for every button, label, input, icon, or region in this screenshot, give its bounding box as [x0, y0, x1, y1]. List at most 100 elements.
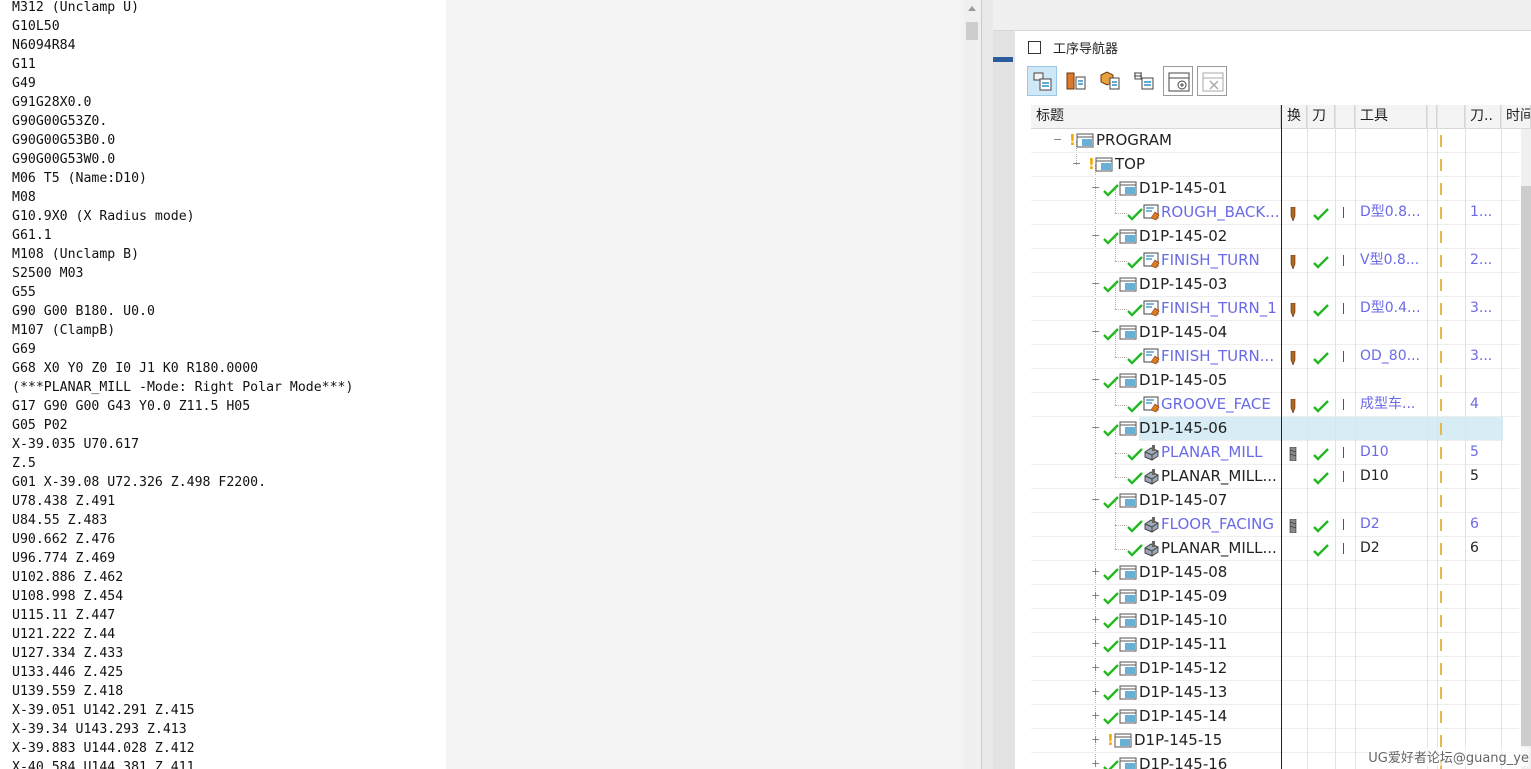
code-line[interactable]: (***PLANAR_MILL -Mode: Right Polar Mode*… — [12, 378, 353, 397]
expand-collapse-icon[interactable]: + — [1091, 686, 1100, 697]
expand-collapse-icon[interactable]: − — [1053, 134, 1062, 145]
editor-vertical-scrollbar[interactable] — [964, 0, 981, 769]
code-line[interactable]: X-39.34 U143.293 Z.413 — [12, 720, 187, 739]
column-header-tool[interactable]: 工具 — [1355, 105, 1427, 128]
code-line[interactable]: G11 — [12, 55, 36, 74]
code-line[interactable]: G68 X0 Y0 Z0 I0 J1 K0 R180.0000 — [12, 359, 258, 378]
expand-collapse-icon[interactable]: + — [1091, 662, 1100, 673]
code-line[interactable]: G01 X-39.08 U72.326 Z.498 F2200. — [12, 473, 266, 492]
column-marker — [1440, 519, 1442, 531]
expand-collapse-icon[interactable]: − — [1091, 422, 1100, 433]
code-line[interactable]: U78.438 Z.491 — [12, 492, 115, 511]
tree-scroll-thumb[interactable] — [1521, 186, 1531, 746]
code-line[interactable]: M108 (Unclamp B) — [12, 245, 139, 264]
navigator-pin-checkbox[interactable] — [1028, 41, 1041, 54]
column-header-time[interactable]: 时间 — [1501, 105, 1531, 128]
pane-splitter[interactable] — [981, 0, 993, 769]
code-line[interactable]: G10L50 — [12, 17, 60, 36]
toolbar-button-3[interactable] — [1129, 66, 1159, 96]
expand-collapse-icon[interactable]: + — [1091, 710, 1100, 721]
code-line[interactable]: Z.5 — [12, 454, 36, 473]
nc-code-editor[interactable]: M312 (Unclamp U) G10L50 N6094R84 G11 G49 G91G… — [0, 0, 982, 769]
code-line[interactable]: U96.774 Z.469 — [12, 549, 115, 568]
scroll-up-arrow-icon[interactable] — [964, 0, 981, 17]
code-line[interactable]: X-39.035 U70.617 — [12, 435, 139, 454]
expand-collapse-icon[interactable]: + — [1091, 614, 1100, 625]
code-line[interactable]: G90G00G53B0.0 — [12, 131, 115, 150]
expand-collapse-icon[interactable]: − — [1072, 158, 1081, 169]
code-line[interactable]: G49 — [12, 74, 36, 93]
toolbar-button-4[interactable] — [1163, 66, 1193, 96]
code-line[interactable]: G17 G90 G00 G43 Y0.0 Z11.5 H05 — [12, 397, 250, 416]
code-line[interactable]: G90G00G53Z0. — [12, 112, 107, 131]
code-line[interactable]: G90 G00 B180. U0.0 — [12, 302, 155, 321]
code-line[interactable]: U90.662 Z.476 — [12, 530, 115, 549]
code-line[interactable]: U115.11 Z.447 — [12, 606, 115, 625]
toolbar-button-2[interactable] — [1095, 66, 1125, 96]
code-line[interactable]: U102.886 Z.462 — [12, 568, 123, 587]
status-check-icon — [1103, 566, 1119, 581]
operation-name: D1P-145-07 — [1139, 491, 1228, 509]
column-marker — [1440, 255, 1442, 267]
code-line[interactable]: M08 — [12, 188, 36, 207]
code-line[interactable]: X-39.883 U144.028 Z.412 — [12, 739, 195, 758]
code-line[interactable]: M06 T5 (Name:D10) — [12, 169, 147, 188]
code-line[interactable]: X-40.584 U144.381 Z.411 — [12, 758, 195, 769]
code-line[interactable]: G61.1 — [12, 226, 52, 245]
expand-collapse-icon[interactable]: − — [1091, 326, 1100, 337]
operation-name: D1P-145-02 — [1139, 227, 1228, 245]
code-line[interactable]: U133.446 Z.425 — [12, 663, 123, 682]
code-line[interactable]: X-39.051 U142.291 Z.415 — [12, 701, 195, 720]
column-header-name[interactable]: 标题 — [1031, 105, 1281, 128]
code-line[interactable]: U84.55 Z.483 — [12, 511, 107, 530]
tree-vertical-scrollbar[interactable] — [1521, 129, 1531, 769]
expand-collapse-icon[interactable]: + — [1091, 758, 1100, 769]
expand-collapse-icon[interactable]: − — [1091, 182, 1100, 193]
resource-bar-active-tab[interactable] — [993, 57, 1013, 62]
expand-collapse-icon[interactable]: + — [1091, 566, 1100, 577]
column-header-toolnum[interactable]: 刀.. — [1465, 105, 1501, 128]
status-check-icon — [1103, 590, 1119, 605]
expand-collapse-icon[interactable]: − — [1091, 374, 1100, 385]
column-header-blank-3[interactable] — [1437, 105, 1465, 128]
status-check-icon — [1103, 686, 1119, 701]
code-line[interactable]: U108.998 Z.454 — [12, 587, 123, 606]
column-header-blank-2[interactable] — [1427, 105, 1437, 128]
operation-name: D1P-145-01 — [1139, 179, 1228, 197]
column-header-blank-1[interactable] — [1335, 105, 1355, 128]
editor-scroll-thumb[interactable] — [966, 22, 978, 40]
column-header-change[interactable]: 换 — [1281, 105, 1307, 128]
toolbar-button-5[interactable] — [1197, 66, 1227, 96]
code-text-area[interactable]: M312 (Unclamp U) G10L50 N6094R84 G11 G49 G91G… — [0, 0, 446, 769]
column-header-toolpath[interactable]: 刀 — [1307, 105, 1335, 128]
expand-collapse-icon[interactable]: + — [1091, 638, 1100, 649]
toolbar-button-0[interactable] — [1027, 66, 1057, 96]
column-marker — [1440, 711, 1442, 723]
tree-connector-line — [1115, 405, 1127, 406]
operation-tree[interactable]: 标题 换 刀 工具 刀.. 时间 −!PROGRAM−!TOP−D1P-145-… — [1031, 105, 1531, 769]
code-line[interactable]: M107 (ClampB) — [12, 321, 115, 340]
code-line[interactable]: G69 — [12, 340, 36, 359]
expand-collapse-icon[interactable]: + — [1091, 590, 1100, 601]
toolbar-button-1[interactable] — [1061, 66, 1091, 96]
column-marker — [1440, 303, 1442, 315]
code-line[interactable]: G55 — [12, 283, 36, 302]
expand-collapse-icon[interactable]: − — [1091, 278, 1100, 289]
expand-collapse-icon[interactable]: − — [1091, 494, 1100, 505]
code-line[interactable]: U139.559 Z.418 — [12, 682, 123, 701]
code-line[interactable]: M312 (Unclamp U) — [12, 0, 139, 17]
code-line[interactable]: G90G00G53W0.0 — [12, 150, 115, 169]
code-line[interactable]: N6094R84 — [12, 36, 76, 55]
expand-collapse-icon[interactable]: − — [1091, 230, 1100, 241]
expand-collapse-icon[interactable]: + — [1091, 734, 1100, 745]
code-line[interactable]: G10.9X0 (X Radius mode) — [12, 207, 195, 226]
status-warning-icon: ! — [1069, 131, 1076, 149]
code-line[interactable]: G91G28X0.0 — [12, 93, 91, 112]
tool-name: D2 — [1360, 516, 1380, 532]
program-folder-icon — [1119, 229, 1137, 244]
code-line[interactable]: S2500 M03 — [12, 264, 83, 283]
code-line[interactable]: G05 P02 — [12, 416, 68, 435]
tool-name: D型0.8... — [1360, 204, 1421, 220]
code-line[interactable]: U127.334 Z.433 — [12, 644, 123, 663]
code-line[interactable]: U121.222 Z.44 — [12, 625, 115, 644]
